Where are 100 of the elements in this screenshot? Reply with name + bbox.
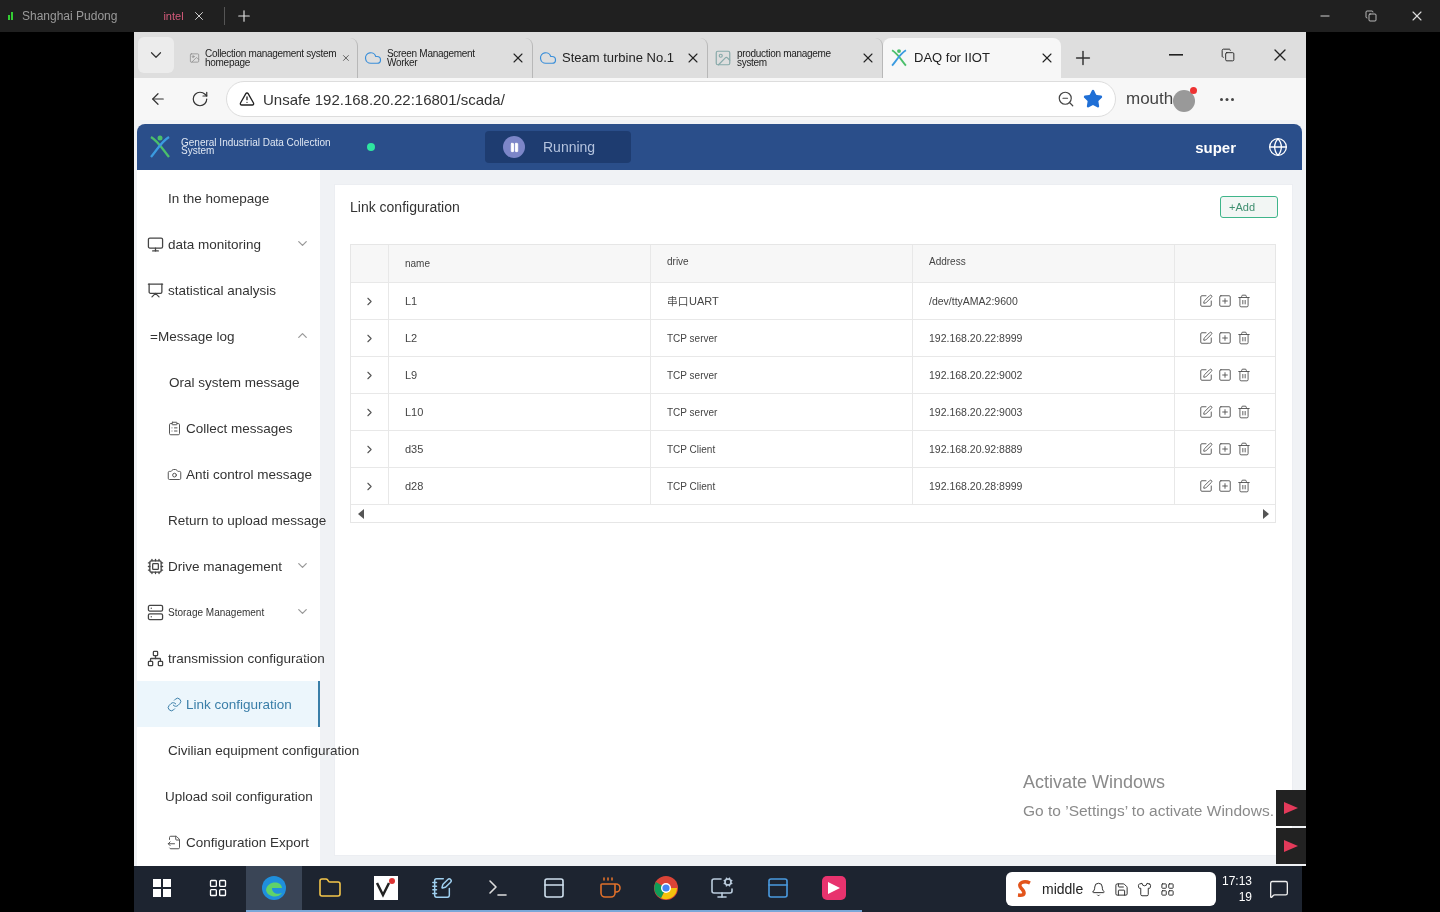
file-export-icon <box>167 834 182 850</box>
back-icon <box>149 90 167 108</box>
chart-board-icon <box>147 281 164 299</box>
menu-item[interactable]: Configuration Export <box>137 819 320 865</box>
star-icon[interactable] <box>1083 89 1103 109</box>
menu-item[interactable]: Anti control message <box>137 451 320 497</box>
menu-item[interactable]: statistical analysis <box>137 267 320 313</box>
edit-icon[interactable] <box>1199 331 1213 345</box>
add-icon[interactable] <box>1218 368 1232 382</box>
reload-icon <box>191 90 209 108</box>
windows-icon[interactable] <box>153 879 171 897</box>
add-icon[interactable] <box>1218 405 1232 419</box>
table-cell: TCP server <box>651 357 913 393</box>
menu-item[interactable]: =Message log <box>137 313 320 359</box>
notebook-icon[interactable] <box>431 877 453 899</box>
table-cell: 192.168.20.22:9003 <box>913 394 1175 430</box>
table-cell: d35 <box>389 431 651 467</box>
activation-text: Go to ’Settings’ to activate Windows. <box>1023 802 1274 820</box>
menu-item[interactable]: Civilian equipment configuration <box>137 727 362 773</box>
table-cell: L2 <box>389 320 651 356</box>
edit-icon[interactable] <box>1199 368 1213 382</box>
zoom-out-icon[interactable] <box>1057 90 1075 108</box>
menu-item[interactable]: Collect messages <box>137 405 320 451</box>
menu-item[interactable]: transmission configuration <box>137 635 327 681</box>
add-icon[interactable] <box>1218 479 1232 493</box>
add-icon[interactable] <box>1218 294 1232 308</box>
camera-icon <box>167 466 182 482</box>
host-tab[interactable]: intel <box>163 9 206 23</box>
column-header: drive <box>651 245 913 282</box>
add-icon[interactable] <box>1218 331 1232 345</box>
warning-icon <box>239 91 255 107</box>
edit-icon[interactable] <box>1199 405 1213 419</box>
clock-time: 17:13 <box>1221 873 1252 889</box>
address-bar[interactable]: Unsafe 192.168.20.22:16801/scada/ <box>226 81 1116 117</box>
menu-item[interactable]: Return to upload message <box>137 497 329 543</box>
table-cell: 192.168.20.92:8889 <box>913 431 1175 467</box>
chip-icon <box>147 557 164 575</box>
menu-item[interactable]: data monitoring <box>137 221 320 267</box>
logo-icon <box>889 48 909 68</box>
task-view-icon[interactable] <box>208 878 228 898</box>
menu-item[interactable]: Storage Management <box>137 589 320 635</box>
table-cell: TCP server <box>651 394 913 430</box>
shirt-icon[interactable] <box>1137 881 1153 897</box>
menu-item[interactable]: In the homepage <box>137 175 320 221</box>
trash-icon[interactable] <box>1237 405 1251 419</box>
table-cell: d28 <box>389 468 651 504</box>
menu-item[interactable]: Oral system message <box>137 359 320 405</box>
restore-icon <box>1221 48 1235 62</box>
column-header: Address <box>913 245 1175 282</box>
logo-icon <box>147 134 173 160</box>
table-cell: 192.168.20.22:8999 <box>913 320 1175 356</box>
table-cell: 192.168.20.28:8999 <box>913 468 1175 504</box>
menu-item[interactable]: Link configuration <box>137 681 320 727</box>
minimize-icon <box>1169 54 1183 56</box>
signal-icon <box>8 12 14 20</box>
globe-icon[interactable] <box>1268 137 1288 157</box>
status-toggle[interactable]: Running <box>485 131 631 163</box>
cup-icon[interactable] <box>598 876 622 900</box>
monitor-icon[interactable] <box>710 876 734 900</box>
link-icon <box>167 696 182 712</box>
nodes-icon <box>147 649 164 667</box>
table-cell: TCP Client <box>651 468 913 504</box>
trash-icon[interactable] <box>1237 294 1251 308</box>
add-button[interactable]: +Add <box>1220 196 1278 218</box>
add-icon[interactable] <box>1218 442 1232 456</box>
scroll-left-icon[interactable] <box>358 508 364 519</box>
app-icon[interactable] <box>821 875 847 901</box>
table-cell: TCP Client <box>651 431 913 467</box>
table-cell: L9 <box>389 357 651 393</box>
trash-icon[interactable] <box>1237 331 1251 345</box>
edit-icon[interactable] <box>1199 442 1213 456</box>
notifications-icon[interactable] <box>1269 879 1289 899</box>
server-icon <box>147 603 164 621</box>
app-title: General Industrial Data Collection System <box>181 139 332 155</box>
image-icon <box>714 49 732 67</box>
table-cell: TCP server <box>651 320 913 356</box>
bell-icon[interactable] <box>1091 881 1107 897</box>
page-title: Link configuration <box>350 199 460 215</box>
menu-item[interactable]: Drive management <box>137 543 320 589</box>
menu-item[interactable]: Upload soil configuration <box>137 773 320 819</box>
trash-icon[interactable] <box>1237 442 1251 456</box>
grid-icon[interactable] <box>1160 881 1176 897</box>
profile-button[interactable]: mouth <box>1126 89 1196 109</box>
host-tab[interactable]: Shanghai Pudong <box>8 9 118 23</box>
edit-icon[interactable] <box>1199 479 1213 493</box>
clipboard-icon <box>167 420 182 436</box>
trash-icon[interactable] <box>1237 368 1251 382</box>
monitor-icon <box>147 235 164 253</box>
flag-button[interactable] <box>1276 828 1306 864</box>
flag-button[interactable] <box>1276 790 1306 826</box>
table-cell: L1 <box>389 283 651 319</box>
folder-icon[interactable] <box>318 876 342 900</box>
window-icon[interactable] <box>542 876 566 900</box>
edit-icon[interactable] <box>1199 294 1213 308</box>
browser-icon[interactable] <box>653 875 679 901</box>
trash-icon[interactable] <box>1237 479 1251 493</box>
user-name[interactable]: super <box>1195 138 1236 156</box>
scroll-right-icon[interactable] <box>1263 508 1269 519</box>
window-icon[interactable] <box>766 876 790 900</box>
browser-tab[interactable]: DAQ for IIOT <box>883 38 1061 78</box>
